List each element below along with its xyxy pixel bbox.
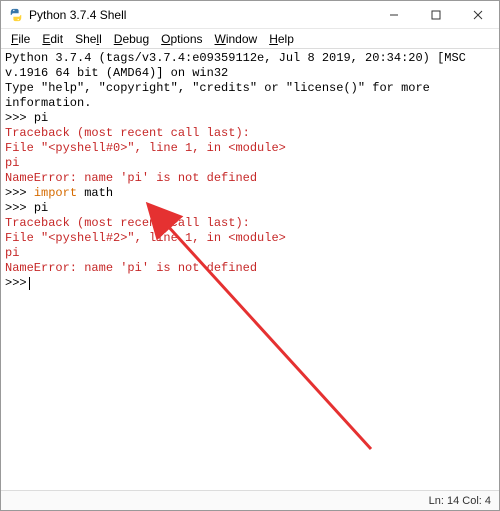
minimize-button[interactable]	[373, 1, 415, 28]
menu-file[interactable]: File	[5, 30, 36, 48]
app-window: Python 3.7.4 Shell File Edit Shell Debug…	[0, 0, 500, 511]
traceback-line: NameError: name 'pi' is not defined	[5, 171, 495, 186]
window-title: Python 3.7.4 Shell	[29, 8, 373, 22]
traceback-line: pi	[5, 156, 495, 171]
menu-help[interactable]: Help	[263, 30, 300, 48]
traceback-line: Traceback (most recent call last):	[5, 216, 495, 231]
cursor-position: Ln: 14 Col: 4	[429, 495, 491, 507]
prompt-line: >>>	[5, 276, 495, 291]
traceback-line: File "<pyshell#0>", line 1, in <module>	[5, 141, 495, 156]
traceback-line: File "<pyshell#2>", line 1, in <module>	[5, 231, 495, 246]
banner-line: Type "help", "copyright", "credits" or "…	[5, 81, 495, 111]
prompt-line: >>> pi	[5, 111, 495, 126]
maximize-button[interactable]	[415, 1, 457, 28]
banner-line: Python 3.7.4 (tags/v3.7.4:e09359112e, Ju…	[5, 51, 495, 81]
menu-window[interactable]: Window	[209, 30, 264, 48]
titlebar[interactable]: Python 3.7.4 Shell	[1, 1, 499, 29]
window-controls	[373, 1, 499, 28]
prompt-line: >>> pi	[5, 201, 495, 216]
traceback-line: Traceback (most recent call last):	[5, 126, 495, 141]
traceback-line: NameError: name 'pi' is not defined	[5, 261, 495, 276]
prompt-line: >>> import math	[5, 186, 495, 201]
menu-shell[interactable]: Shell	[69, 30, 108, 48]
menu-debug[interactable]: Debug	[108, 30, 155, 48]
python-icon	[9, 8, 23, 22]
menu-options[interactable]: Options	[155, 30, 208, 48]
shell-output[interactable]: Python 3.7.4 (tags/v3.7.4:e09359112e, Ju…	[1, 49, 499, 490]
statusbar: Ln: 14 Col: 4	[1, 490, 499, 510]
text-cursor	[29, 277, 30, 290]
menu-edit[interactable]: Edit	[36, 30, 69, 48]
traceback-line: pi	[5, 246, 495, 261]
menubar: File Edit Shell Debug Options Window Hel…	[1, 29, 499, 49]
close-button[interactable]	[457, 1, 499, 28]
